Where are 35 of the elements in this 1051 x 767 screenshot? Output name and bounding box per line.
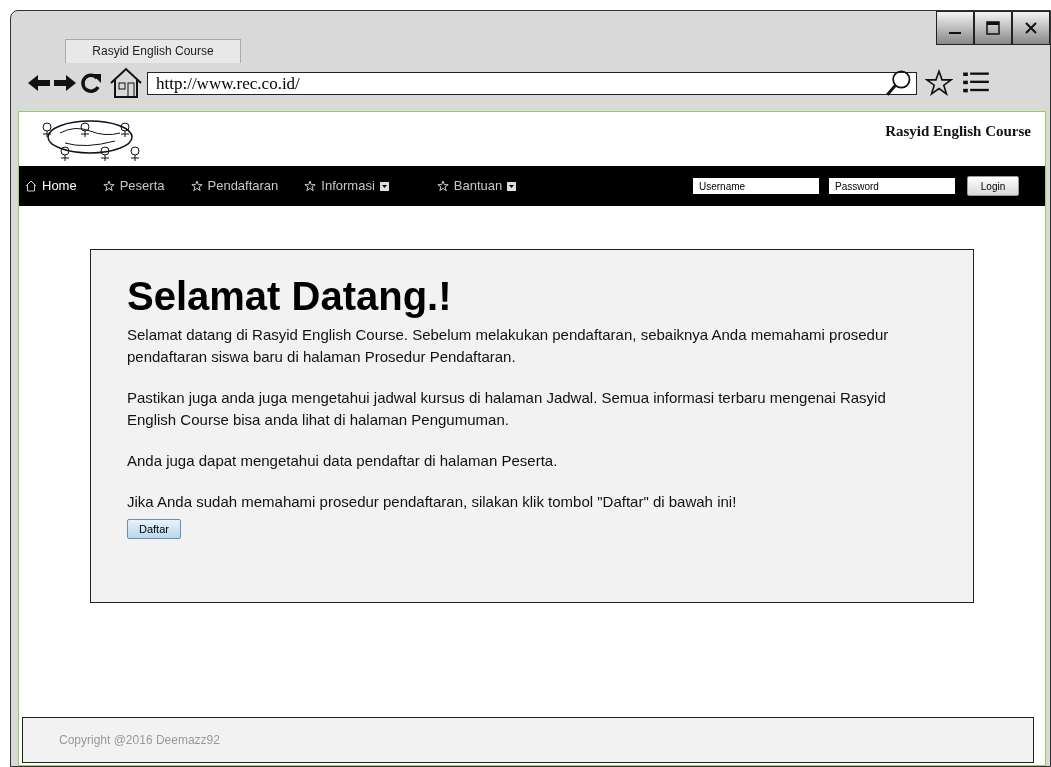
username-field[interactable]: Username <box>693 178 819 194</box>
star-icon[interactable] <box>925 69 953 97</box>
welcome-paragraph: Jika Anda sudah memahami prosedur pendaftaran, silakan klik tombol "Daftar" di bawah ini! <box>127 492 738 512</box>
welcome-heading: Selamat Datang.! <box>127 273 453 320</box>
star-icon <box>190 180 203 192</box>
daftar-button[interactable]: Daftar <box>127 519 181 539</box>
maximize-button[interactable] <box>974 11 1012 45</box>
reload-icon[interactable] <box>79 71 103 95</box>
welcome-paragraph: Selamat datang di Rasyid English Course. Sebelum melakukan pendaftaran, sebaiknya Anda memahami prosedur pendaftaran siswa baru di halaman Prosedur Pendaftaran. <box>127 325 890 367</box>
nav-item[interactable]: Home <box>25 176 77 196</box>
browser-tab[interactable]: Rasyid English Course <box>65 39 241 63</box>
site-title: Rasyid English Course <box>885 122 1031 141</box>
login-button[interactable]: Login <box>967 176 1019 196</box>
welcome-paragraph: Anda juga dapat mengetahui data pendaftar di halaman Peserta. <box>127 451 559 471</box>
nav-item[interactable]: Pendaftaran <box>190 176 279 196</box>
star-icon <box>436 180 449 192</box>
address-bar[interactable]: http://www.rec.co.id/ <box>147 71 917 95</box>
star-icon <box>102 180 115 192</box>
back-arrow-icon[interactable] <box>27 73 51 93</box>
close-button[interactable] <box>1012 11 1050 45</box>
copyright-text: Copyright @2016 Deemazz92 <box>59 732 220 749</box>
nav-item[interactable]: Informasi <box>304 176 389 196</box>
star-icon <box>304 180 317 192</box>
home-icon[interactable] <box>109 67 143 99</box>
nav-item[interactable]: Peserta <box>102 176 165 196</box>
search-icon[interactable] <box>885 69 913 97</box>
minimize-icon <box>949 32 961 34</box>
maximize-icon <box>986 21 1000 35</box>
welcome-paragraph: Pastikan juga anda juga mengetahui jadwal kursus di halaman Jadwal. Semua informasi terbaru mengenai Rasyid English Course bisa anda lihat di halaman Pengumuman. <box>127 388 887 430</box>
close-icon <box>1024 21 1038 35</box>
minimize-button[interactable] <box>936 11 974 45</box>
nav-item[interactable]: Bantuan <box>436 176 517 196</box>
house-icon <box>25 180 37 192</box>
forward-arrow-icon[interactable] <box>53 73 77 93</box>
password-field[interactable]: Password <box>829 178 955 194</box>
